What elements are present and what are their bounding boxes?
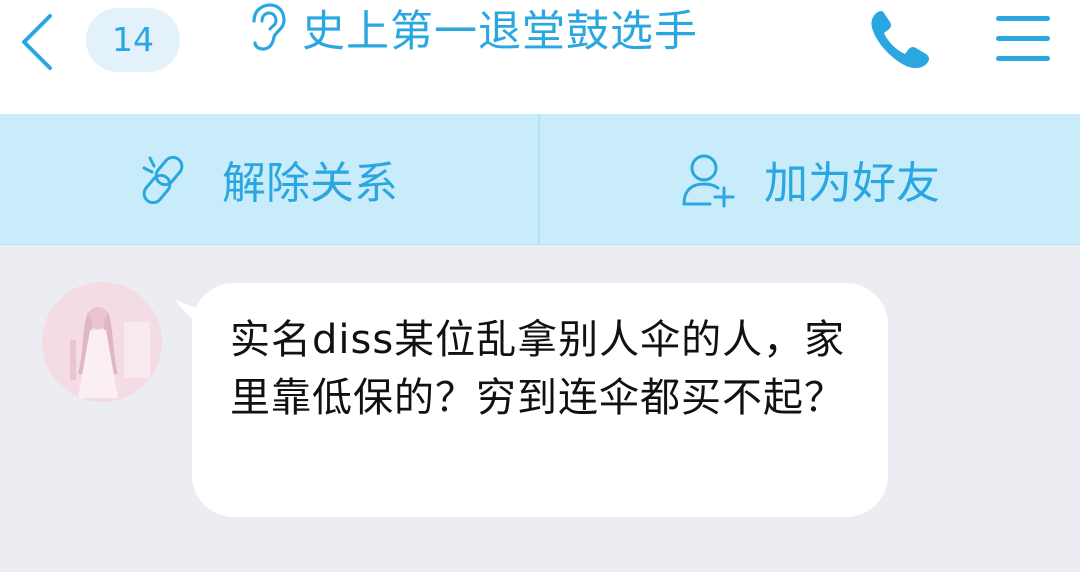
add-friend-label: 加为好友 [764,158,940,209]
message-text: 实名diss某位乱拿别人伞的人，家里靠低保的？穷到连伞都买不起？ [230,317,846,421]
broken-link-icon [142,155,184,205]
message-bubble[interactable]: 实名diss某位乱拿别人伞的人，家里靠低保的？穷到连伞都买不起？ [192,283,888,517]
chat-title: 史上第一退堂鼓选手 [302,7,698,57]
unread-count-badge[interactable]: 14 [86,8,180,72]
add-friend-icon [682,154,735,208]
unlink-label: 解除关系 [222,158,398,209]
avatar[interactable] [42,282,162,402]
avatar-image [42,282,162,402]
unlink-button[interactable]: 解除关系 [0,114,540,244]
chat-header: 14 史上第一退堂鼓选手 [0,0,1080,114]
add-friend-button[interactable]: 加为好友 [540,114,1080,244]
menu-icon [996,16,1050,61]
ear-icon [252,3,286,51]
call-button[interactable] [864,6,936,74]
menu-button[interactable] [992,12,1054,66]
chat-title-area[interactable]: 史上第一退堂鼓选手 [246,0,698,57]
phone-icon [871,11,930,69]
message-list: 实名diss某位乱拿别人伞的人，家里靠低保的？穷到连伞都买不起？ [0,245,1080,572]
chevron-left-icon [22,14,52,70]
back-button[interactable] [12,8,64,72]
relationship-action-bar: 解除关系 加为好友 [0,114,1080,245]
